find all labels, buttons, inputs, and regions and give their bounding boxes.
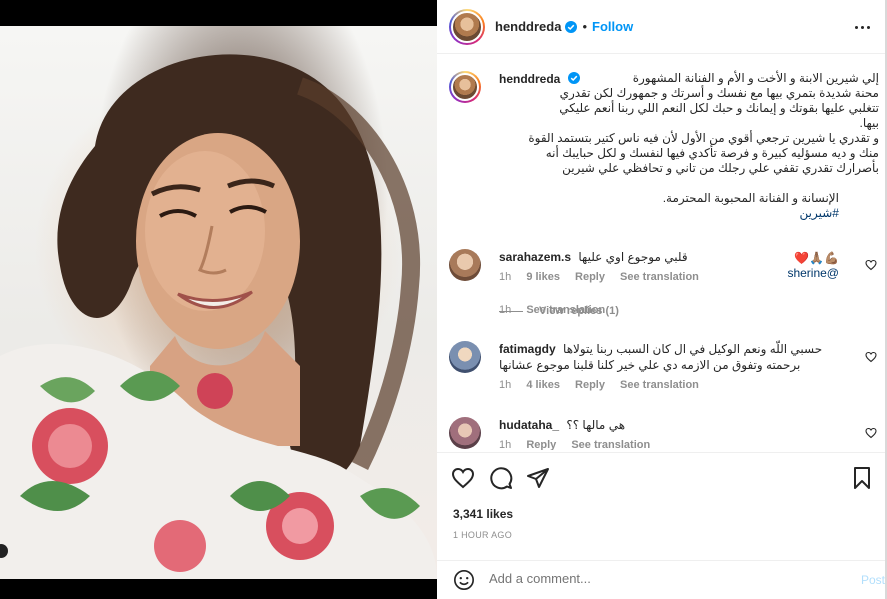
caption-row: henddreda إلي شيرين الابنة و الأخت و الأ… [449,71,879,316]
caption-author-avatar[interactable] [449,71,481,103]
emoji-icon[interactable] [453,569,475,591]
reply-button[interactable]: Reply [575,379,605,391]
author-avatar-image [451,10,483,43]
author-username[interactable]: henddreda [495,19,561,34]
comment-body: hudataha_ هي مالها ؟؟ 1h Reply See trans… [499,417,857,450]
comment-body: fatimagdy حسبي اللّه ونعم الوكيل في ال ك… [499,341,857,393]
commenter-username[interactable]: sarahazem.s [499,250,571,264]
commenter-avatar[interactable] [449,341,481,373]
comment-meta: 1h 4 likes Reply See translation [499,377,857,393]
verified-badge-icon [567,72,580,84]
verified-badge-icon [565,20,578,33]
caption-line: بأصرارك تقدري تقفي علي رجلك من تاني و تح… [562,161,879,175]
caption-hashtag[interactable]: #شيرين [800,206,839,220]
add-comment-input[interactable] [489,571,819,586]
comment-meta: 1h 9 likes Reply See translation [499,269,857,285]
comment-time: 1h [499,379,512,391]
post-timestamp: 1 HOUR AGO [453,530,513,540]
comments-list[interactable]: henddreda إلي شيرين الابنة و الأخت و الأ… [437,55,887,450]
comment-likes[interactable]: 9 likes [526,271,560,283]
follow-button[interactable]: Follow [592,19,633,34]
comment-icon[interactable] [489,466,513,490]
view-replies-label: View replies (1) [539,305,619,317]
see-translation-button[interactable]: See translation [571,439,650,450]
comment-time: 1h [499,439,512,450]
caption-line: بيها. [859,116,879,130]
comment-text: قلبي موجوع اوي عليها [578,250,688,264]
reply-button[interactable]: Reply [575,271,605,283]
see-translation-button[interactable]: See translation [620,379,699,391]
post-side-panel: henddreda • Follow henddreda إلي شيرين ا… [437,0,887,599]
comment-time: 1h [499,271,512,283]
commenter-avatar[interactable] [449,249,481,281]
caption-line: تتغلبي عليها بقوتك و إيمانك و حبك لكل ال… [559,101,879,115]
author-avatar[interactable] [449,8,485,45]
comment-likes[interactable]: 4 likes [526,379,560,391]
comment-meta: 1h Reply See translation [499,437,857,450]
commenter-username[interactable]: hudataha_ [499,418,559,432]
post-header: henddreda • Follow [437,0,887,54]
post-dialog: henddreda • Follow henddreda إلي شيرين ا… [0,0,887,599]
commenter-username[interactable]: fatimagdy [499,342,556,356]
comment-like-heart-icon[interactable] [865,427,877,439]
post-media [0,0,437,599]
header-separator: • [582,19,588,34]
comment-text-continued: برحمته وتفوق من الازمه دي علي خير كلنا ق… [499,358,801,372]
post-actions: 3,341 likes 1 HOUR AGO [437,452,887,557]
comment-row: fatimagdy حسبي اللّه ونعم الوكيل في ال ك… [449,341,879,401]
view-replies-button[interactable]: View replies (1) [499,305,619,317]
comment-like-heart-icon[interactable] [865,259,877,271]
action-icons [451,466,875,492]
reply-button[interactable]: Reply [526,439,556,450]
comment-text: حسبي اللّه ونعم الوكيل في ال كان السبب ر… [563,342,823,356]
comment-text: هي مالها ؟؟ [566,418,626,432]
caption-line: محنة شديدة بتمري بيها مع نفسك و أسرتك و … [559,86,879,100]
comment-row: sarahazem.s قلبي موجوع اوي عليها 1h 9 li… [449,249,879,299]
add-comment-bar: Post [437,560,887,599]
replies-divider-line [499,310,523,312]
caption-username[interactable]: henddreda [499,72,560,86]
caption-line: الإنسانة و الفنانة المحبوبة المحترمة. [662,191,839,205]
see-translation-button[interactable]: See translation [620,271,699,283]
post-photo[interactable] [0,26,437,579]
comment-like-heart-icon[interactable] [865,351,877,363]
portrait-image [0,54,437,579]
bookmark-icon[interactable] [850,466,874,490]
commenter-avatar[interactable] [449,417,481,449]
caption-line: و تقدري يا شيرين ترجعي أقوي من الأول لأن… [528,131,879,145]
comment-body: sarahazem.s قلبي موجوع اوي عليها 1h 9 li… [499,249,857,285]
likes-count[interactable]: 3,341 likes [453,507,513,521]
comment-row: hudataha_ هي مالها ؟؟ 1h Reply See trans… [449,417,879,450]
caption-line: منك و ديه مسؤليه كبيرة و فرصة تأكدي فيها… [545,146,879,160]
post-comment-button[interactable]: Post [861,573,885,587]
caption-author-avatar-image [451,73,479,101]
caption-last-line: الإنسانة و الفنانة المحبوبة المحترمة. #ش… [499,176,879,236]
share-icon[interactable] [526,466,550,490]
heart-icon[interactable] [451,466,475,490]
more-options-icon[interactable] [855,22,871,32]
